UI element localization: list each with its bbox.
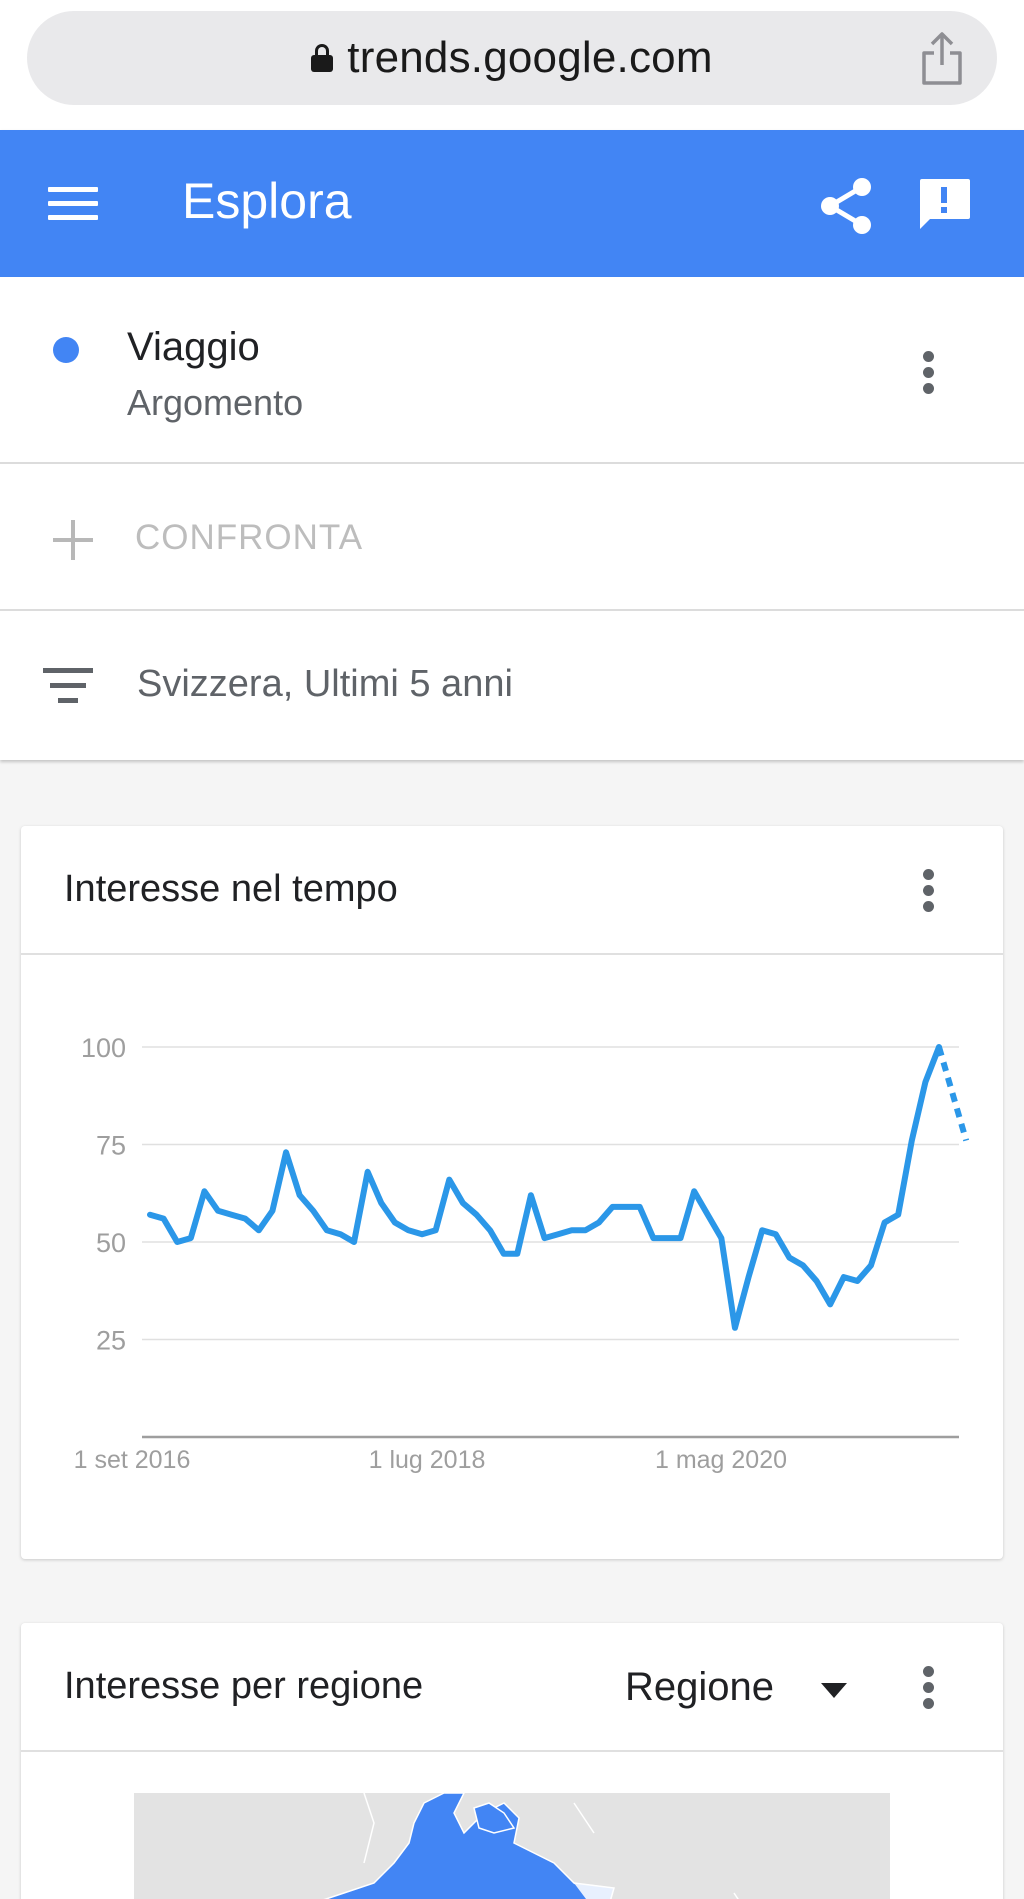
more-options-icon[interactable] xyxy=(923,351,935,395)
card-title: Interesse per regione xyxy=(64,1665,424,1707)
filter-row[interactable]: Svizzera, Ultimi 5 anni xyxy=(0,611,1024,760)
card-header: Interesse per regione Regione xyxy=(21,1623,1003,1752)
url-text: trends.google.com xyxy=(347,33,713,82)
add-icon xyxy=(53,520,93,560)
filter-label: Svizzera, Ultimi 5 anni xyxy=(137,663,513,705)
app-bar: Esplora xyxy=(0,130,1024,277)
x-tick-label: 1 lug 2018 xyxy=(369,1446,486,1474)
compare-button[interactable]: CONFRONTA xyxy=(0,464,1024,611)
region-map[interactable] xyxy=(134,1793,890,1899)
search-term-name: Viaggio xyxy=(127,325,260,369)
y-tick-label: 75 xyxy=(96,1131,126,1161)
card-header: Interesse nel tempo xyxy=(21,826,1003,955)
switzerland-map xyxy=(323,1793,739,1899)
search-term-type: Argomento xyxy=(127,382,304,423)
browser-address-bar: trends.google.com xyxy=(0,0,1024,130)
series-line[interactable] xyxy=(147,1044,942,1331)
x-tick-label: 1 set 2016 xyxy=(74,1446,191,1474)
url-field[interactable]: trends.google.com xyxy=(27,11,997,105)
interest-over-time-card: Interesse nel tempo 25 50 75 100 1 set 2016 1… xyxy=(21,826,1003,1559)
y-tick-label: 100 xyxy=(81,1033,126,1063)
share-icon[interactable] xyxy=(920,31,964,87)
y-tick-label: 25 xyxy=(96,1326,126,1356)
more-options-icon[interactable] xyxy=(923,869,935,913)
series-color-dot xyxy=(53,337,79,363)
search-term-row[interactable]: Viaggio Argomento xyxy=(0,277,1024,464)
interest-by-region-card: Interesse per regione Regione xyxy=(21,1623,1003,1899)
more-options-icon[interactable] xyxy=(923,1666,935,1710)
card-title: Interesse nel tempo xyxy=(64,868,398,910)
y-tick-label: 50 xyxy=(96,1228,126,1258)
x-tick-label: 1 mag 2020 xyxy=(655,1446,787,1474)
line-chart[interactable]: 25 50 75 100 1 set 2016 1 lug 2018 1 mag 2020 xyxy=(21,957,1003,1557)
dropdown-arrow-icon[interactable] xyxy=(821,1683,847,1698)
feedback-icon[interactable] xyxy=(916,177,972,233)
menu-icon[interactable] xyxy=(48,187,98,221)
partial-data-line xyxy=(936,1046,970,1142)
page-title: Esplora xyxy=(182,173,352,229)
compare-label: CONFRONTA xyxy=(135,518,364,557)
lock-icon xyxy=(311,44,334,72)
region-select[interactable]: Regione xyxy=(625,1665,774,1710)
explore-settings-panel: Viaggio Argomento CONFRONTA Svizzera, Ul… xyxy=(0,277,1024,760)
share-icon[interactable] xyxy=(818,177,874,235)
filter-icon xyxy=(43,668,93,704)
